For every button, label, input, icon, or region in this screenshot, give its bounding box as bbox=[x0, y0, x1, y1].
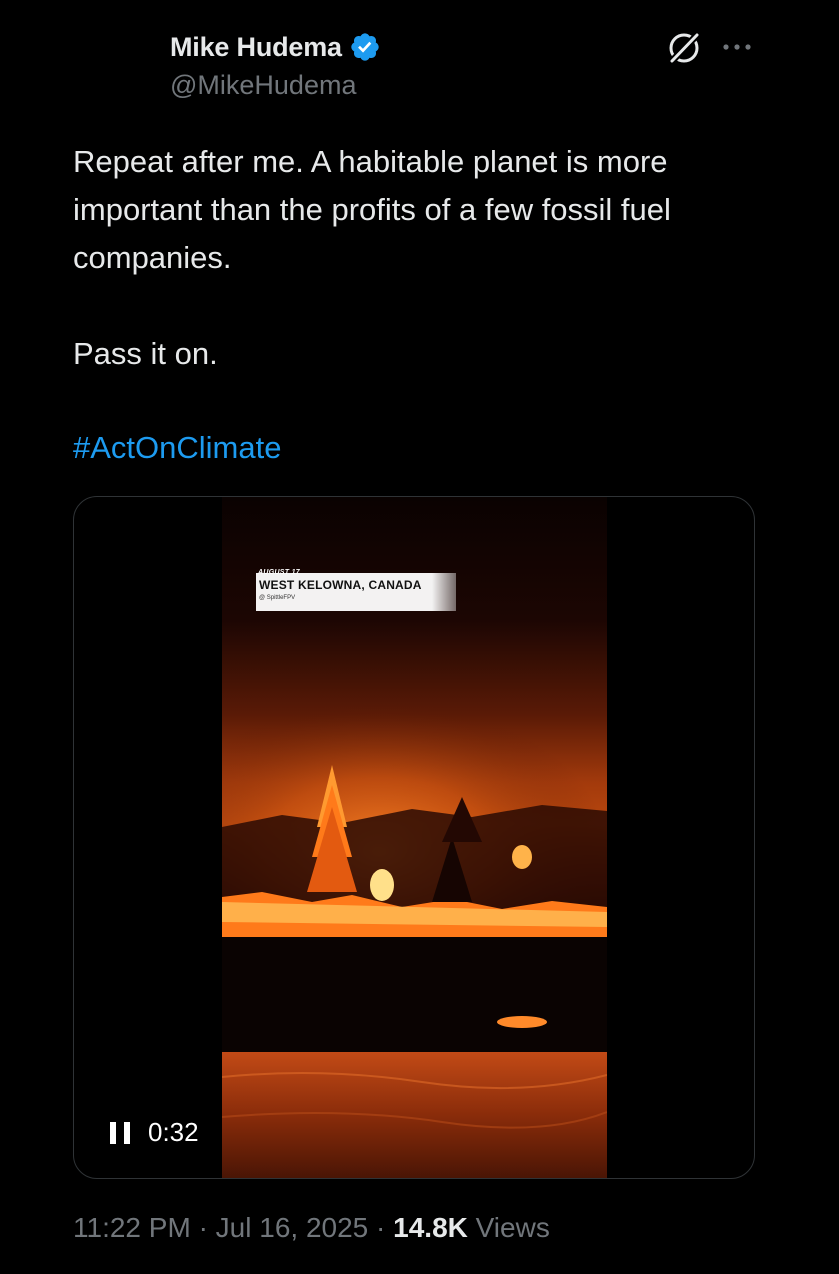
grok-icon[interactable] bbox=[664, 28, 704, 68]
views-label[interactable]: Views bbox=[476, 1212, 550, 1243]
video-frame[interactable]: AUGUST 17 WEST KELOWNA, CANADA @ Spittle… bbox=[222, 497, 607, 1178]
video-overlay-credit: @ SpittleFPV bbox=[259, 595, 296, 601]
author-handle[interactable]: @MikeHudema bbox=[170, 70, 770, 101]
verified-badge-icon[interactable] bbox=[349, 31, 381, 63]
views-count[interactable]: 14.8K bbox=[393, 1212, 468, 1243]
meta-separator: · bbox=[376, 1212, 386, 1243]
author-display-name[interactable]: Mike Hudema bbox=[170, 32, 342, 63]
tweet-metadata: 11:22 PM · Jul 16, 2025 · 14.8K Views bbox=[73, 1212, 550, 1244]
video-elapsed-time: 0:32 bbox=[148, 1117, 199, 1147]
meta-separator: · bbox=[198, 1212, 208, 1243]
hashtag-link[interactable]: #ActOnClimate bbox=[73, 424, 281, 472]
video-player[interactable]: AUGUST 17 WEST KELOWNA, CANADA @ Spittle… bbox=[73, 496, 755, 1179]
tweet-timestamp-time[interactable]: 11:22 PM bbox=[73, 1212, 191, 1243]
tweet-text-paragraph: Repeat after me. A habitable planet is m… bbox=[73, 144, 671, 275]
tweet-text: Repeat after me. A habitable planet is m… bbox=[73, 138, 763, 378]
tweet-text-paragraph: Pass it on. bbox=[73, 336, 218, 371]
tweet-timestamp-date[interactable]: Jul 16, 2025 bbox=[216, 1212, 369, 1243]
video-overlay-location: WEST KELOWNA, CANADA @ SpittleFPV bbox=[256, 573, 456, 611]
video-overlay-place: WEST KELOWNA, CANADA bbox=[259, 578, 422, 592]
more-icon[interactable] bbox=[720, 30, 754, 64]
pause-icon[interactable] bbox=[110, 1121, 130, 1144]
video-controls: 0:32 bbox=[110, 1117, 199, 1148]
